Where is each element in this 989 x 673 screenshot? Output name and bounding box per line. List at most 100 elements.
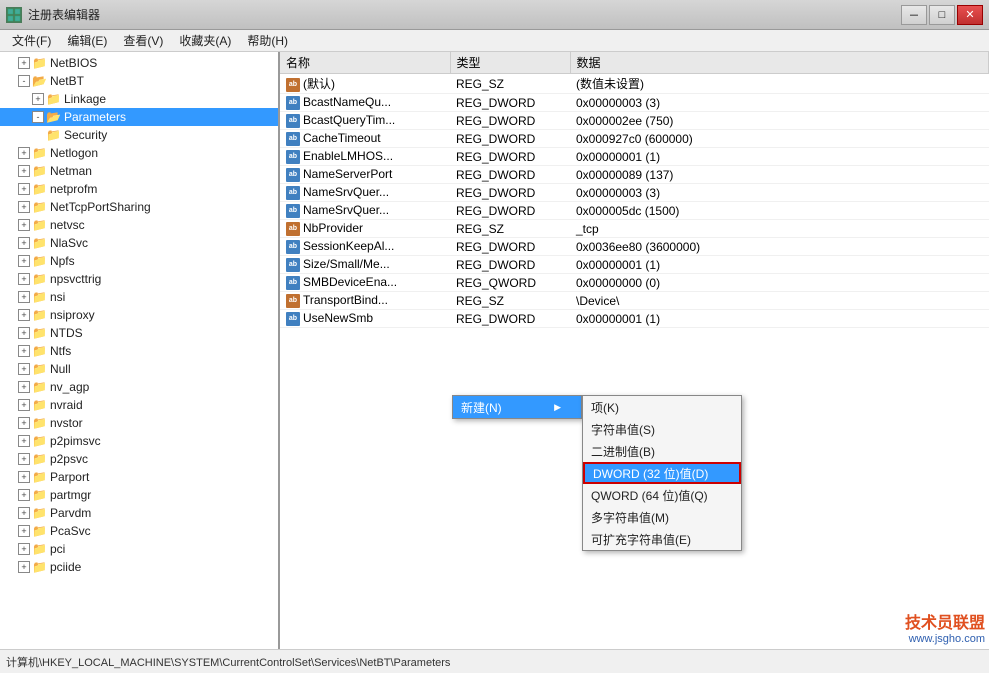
menu-file[interactable]: 文件(F) xyxy=(4,30,59,51)
expand-netbt[interactable]: - xyxy=(18,75,30,87)
expand-npsvcttrig[interactable]: + xyxy=(18,273,30,285)
table-row[interactable]: abNameServerPort REG_DWORD 0x00000089 (1… xyxy=(280,166,989,184)
tree-item-npfs[interactable]: + 📁 Npfs xyxy=(0,252,278,270)
expand-nsiproxy[interactable]: + xyxy=(18,309,30,321)
expand-netman[interactable]: + xyxy=(18,165,30,177)
tree-panel[interactable]: + 📁 NetBIOS - 📂 NetBT + 📁 Linkage - 📂 Pa… xyxy=(0,52,280,649)
expand-nvraid[interactable]: + xyxy=(18,399,30,411)
cell-type: REG_SZ xyxy=(450,292,570,310)
tree-item-parvdm[interactable]: + 📁 Parvdm xyxy=(0,504,278,522)
table-row[interactable]: abSize/Small/Me... REG_DWORD 0x00000001 … xyxy=(280,256,989,274)
cell-type: REG_DWORD xyxy=(450,130,570,148)
expand-nvstor[interactable]: + xyxy=(18,417,30,429)
cell-type: REG_SZ xyxy=(450,74,570,94)
tree-item-pci[interactable]: + 📁 pci xyxy=(0,540,278,558)
tree-item-nsi[interactable]: + 📁 nsi xyxy=(0,288,278,306)
tree-item-netprofm[interactable]: + 📁 netprofm xyxy=(0,180,278,198)
tree-item-netlogon[interactable]: + 📁 Netlogon xyxy=(0,144,278,162)
tree-item-npsvcttrig[interactable]: + 📁 npsvcttrig xyxy=(0,270,278,288)
expand-netlogon[interactable]: + xyxy=(18,147,30,159)
expand-netprofm[interactable]: + xyxy=(18,183,30,195)
expand-p2psvc[interactable]: + xyxy=(18,453,30,465)
table-row[interactable]: abCacheTimeout REG_DWORD 0x000927c0 (600… xyxy=(280,130,989,148)
tree-label-null: Null xyxy=(50,362,71,376)
table-row[interactable]: abTransportBind... REG_SZ \Device\ xyxy=(280,292,989,310)
menu-edit[interactable]: 编辑(E) xyxy=(59,30,115,51)
table-row[interactable]: abSessionKeepAl... REG_DWORD 0x0036ee80 … xyxy=(280,238,989,256)
tree-item-ntds[interactable]: + 📁 NTDS xyxy=(0,324,278,342)
expand-p2pimsvc[interactable]: + xyxy=(18,435,30,447)
menu-favorites[interactable]: 收藏夹(A) xyxy=(171,30,239,51)
expand-pciide[interactable]: + xyxy=(18,561,30,573)
cell-data: 0x000005dc (1500) xyxy=(570,202,989,220)
expand-parvdm[interactable]: + xyxy=(18,507,30,519)
tree-item-linkage[interactable]: + 📁 Linkage xyxy=(0,90,278,108)
table-row[interactable]: abBcastQueryTim... REG_DWORD 0x000002ee … xyxy=(280,112,989,130)
tree-item-netbios[interactable]: + 📁 NetBIOS xyxy=(0,54,278,72)
col-header-data: 数据 xyxy=(570,52,989,74)
table-row[interactable]: abNbProvider REG_SZ _tcp xyxy=(280,220,989,238)
tree-item-nvraid[interactable]: + 📁 nvraid xyxy=(0,396,278,414)
tree-item-pciide[interactable]: + 📁 pciide xyxy=(0,558,278,576)
reg-name: (默认) xyxy=(303,77,335,91)
tree-item-nettcpportsharing[interactable]: + 📁 NetTcpPortSharing xyxy=(0,198,278,216)
col-header-name: 名称 xyxy=(280,52,450,74)
table-row[interactable]: abNameSrvQuer... REG_DWORD 0x00000003 (3… xyxy=(280,184,989,202)
menu-view[interactable]: 查看(V) xyxy=(115,30,171,51)
folder-icon-parvdm: 📁 xyxy=(32,506,47,520)
tree-item-nsiproxy[interactable]: + 📁 nsiproxy xyxy=(0,306,278,324)
tree-item-netbt[interactable]: - 📂 NetBT xyxy=(0,72,278,90)
expand-netbios[interactable]: + xyxy=(18,57,30,69)
reg-name: NameServerPort xyxy=(303,167,392,181)
tree-item-p2psvc[interactable]: + 📁 p2psvc xyxy=(0,450,278,468)
menu-help[interactable]: 帮助(H) xyxy=(239,30,296,51)
content-panel[interactable]: 名称 类型 数据 ab(默认) REG_SZ (数值未设置) abBcastNa… xyxy=(280,52,989,649)
tree-item-nv-agp[interactable]: + 📁 nv_agp xyxy=(0,378,278,396)
expand-pcasvc[interactable]: + xyxy=(18,525,30,537)
expand-parameters[interactable]: - xyxy=(32,111,44,123)
expand-nettcpportsharing[interactable]: + xyxy=(18,201,30,213)
tree-item-ntfs[interactable]: + 📁 Ntfs xyxy=(0,342,278,360)
maximize-button[interactable]: □ xyxy=(929,5,955,25)
tree-item-parport[interactable]: + 📁 Parport xyxy=(0,468,278,486)
tree-label-parport: Parport xyxy=(50,470,89,484)
tree-item-null[interactable]: + 📁 Null xyxy=(0,360,278,378)
expand-partmgr[interactable]: + xyxy=(18,489,30,501)
tree-item-pcasvc[interactable]: + 📁 PcaSvc xyxy=(0,522,278,540)
expand-pci[interactable]: + xyxy=(18,543,30,555)
table-row[interactable]: ab(默认) REG_SZ (数值未设置) xyxy=(280,74,989,94)
expand-parport[interactable]: + xyxy=(18,471,30,483)
minimize-button[interactable]: － xyxy=(901,5,927,25)
expand-linkage[interactable]: + xyxy=(32,93,44,105)
table-row[interactable]: abSMBDeviceEna... REG_QWORD 0x00000000 (… xyxy=(280,274,989,292)
folder-icon-netvsc: 📁 xyxy=(32,218,47,232)
expand-ntfs[interactable]: + xyxy=(18,345,30,357)
table-row[interactable]: abNameSrvQuer... REG_DWORD 0x000005dc (1… xyxy=(280,202,989,220)
status-text: 计算机\HKEY_LOCAL_MACHINE\SYSTEM\CurrentCon… xyxy=(6,654,450,670)
folder-icon-partmgr: 📁 xyxy=(32,488,47,502)
tree-item-p2pimsvc[interactable]: + 📁 p2pimsvc xyxy=(0,432,278,450)
cell-data: 0x0036ee80 (3600000) xyxy=(570,238,989,256)
tree-item-netman[interactable]: + 📁 Netman xyxy=(0,162,278,180)
expand-netvsc[interactable]: + xyxy=(18,219,30,231)
tree-label-nvraid: nvraid xyxy=(50,398,83,412)
table-row[interactable]: abBcastNameQu... REG_DWORD 0x00000003 (3… xyxy=(280,94,989,112)
tree-item-netvsc[interactable]: + 📁 netvsc xyxy=(0,216,278,234)
expand-ntds[interactable]: + xyxy=(18,327,30,339)
expand-nv-agp[interactable]: + xyxy=(18,381,30,393)
table-row[interactable]: abUseNewSmb REG_DWORD 0x00000001 (1) xyxy=(280,310,989,328)
close-button[interactable]: ✕ xyxy=(957,5,983,25)
tree-item-nlasvc[interactable]: + 📁 NlaSvc xyxy=(0,234,278,252)
tree-item-security[interactable]: 📁 Security xyxy=(0,126,278,144)
reg-name: SessionKeepAl... xyxy=(303,239,394,253)
tree-item-partmgr[interactable]: + 📁 partmgr xyxy=(0,486,278,504)
table-row[interactable]: abEnableLMHOS... REG_DWORD 0x00000001 (1… xyxy=(280,148,989,166)
expand-nsi[interactable]: + xyxy=(18,291,30,303)
reg-name: SMBDeviceEna... xyxy=(303,275,397,289)
tree-item-nvstor[interactable]: + 📁 nvstor xyxy=(0,414,278,432)
cell-data: _tcp xyxy=(570,220,989,238)
expand-npfs[interactable]: + xyxy=(18,255,30,267)
expand-nlasvc[interactable]: + xyxy=(18,237,30,249)
tree-item-parameters[interactable]: - 📂 Parameters xyxy=(0,108,278,126)
expand-null[interactable]: + xyxy=(18,363,30,375)
